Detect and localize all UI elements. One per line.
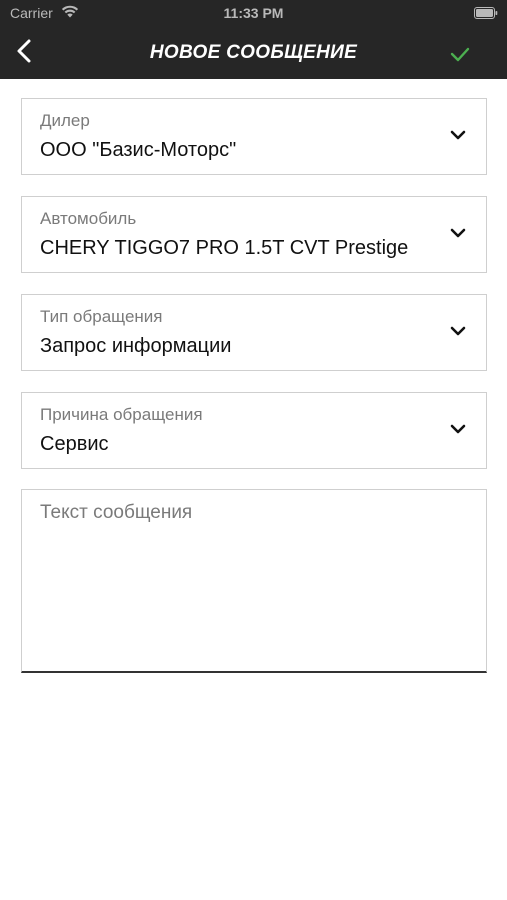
request-type-value: Запрос информации — [40, 335, 232, 357]
request-reason-select[interactable]: Причина обращения Сервис — [21, 392, 487, 469]
status-time: 11:33 PM — [223, 5, 284, 21]
nav-bar: НОВОЕ СООБЩЕНИЕ — [0, 28, 507, 79]
dealer-value: ООО "Базис-Моторс" — [40, 139, 237, 161]
status-bar: Carrier 11:33 PM — [0, 0, 507, 28]
car-value: CHERY TIGGO7 PRO 1.5T CVT Prestige — [40, 237, 409, 259]
message-placeholder: Текст сообщения — [40, 502, 193, 523]
chevron-down-icon — [450, 424, 466, 434]
dealer-label: Дилер — [40, 111, 90, 130]
new-message-screen: Carrier 11:33 PM НОВОЕ СООБЩЕНИЕ Дилер О… — [0, 0, 507, 900]
battery-icon — [474, 7, 498, 19]
request-reason-label: Причина обращения — [40, 405, 203, 424]
car-label: Автомобиль — [40, 209, 137, 228]
message-text-area[interactable]: Текст сообщения — [21, 489, 487, 673]
chevron-down-icon — [450, 228, 466, 238]
dealer-select[interactable]: Дилер ООО "Базис-Моторс" — [21, 98, 487, 175]
request-type-select[interactable]: Тип обращения Запрос информации — [21, 294, 487, 371]
request-type-label: Тип обращения — [40, 307, 163, 326]
checkmark-icon — [450, 47, 470, 62]
chevron-left-icon — [17, 39, 31, 63]
top-bar: Carrier 11:33 PM НОВОЕ СООБЩЕНИЕ — [0, 0, 507, 79]
back-button[interactable] — [8, 34, 42, 68]
request-reason-value: Сервис — [40, 433, 109, 455]
page-title: НОВОЕ СООБЩЕНИЕ — [149, 42, 358, 63]
chevron-down-icon — [450, 326, 466, 336]
chevron-down-icon — [450, 130, 466, 140]
car-select[interactable]: Автомобиль CHERY TIGGO7 PRO 1.5T CVT Pre… — [21, 196, 487, 273]
confirm-button[interactable] — [446, 40, 474, 68]
